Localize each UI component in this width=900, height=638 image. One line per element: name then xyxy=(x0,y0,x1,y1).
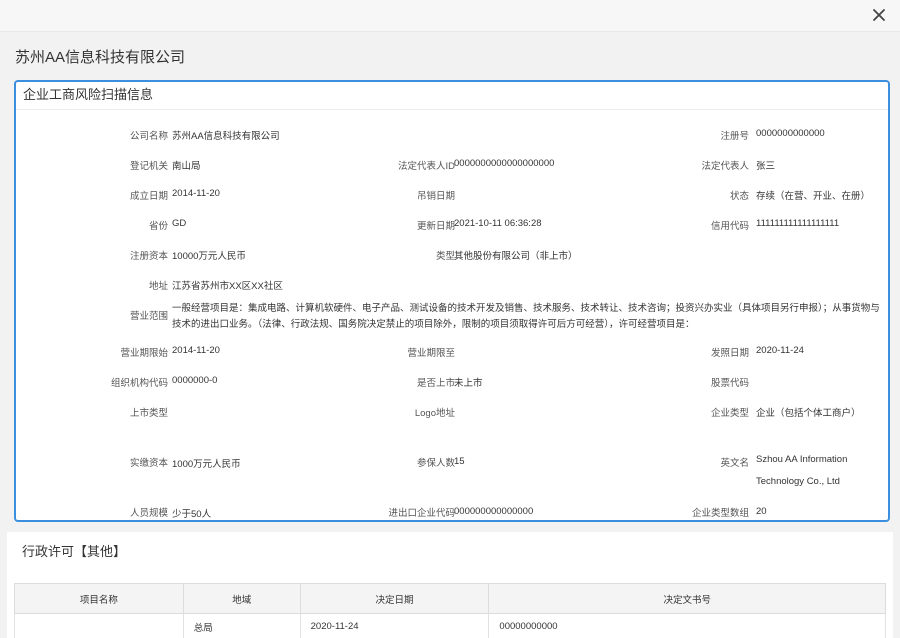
table-cell xyxy=(14,613,184,638)
update-date-value: 2021-10-11 06:36:28 xyxy=(454,218,542,229)
legal-rep-value: 张三 xyxy=(756,161,776,172)
legal-rep-id-value: 0000000000000000000 xyxy=(454,158,555,169)
logo-url-label: Logo地址 xyxy=(414,408,455,419)
close-icon[interactable] xyxy=(868,4,890,26)
column-header: 决定日期 xyxy=(299,583,490,614)
revoke-date-label: 吊销日期 xyxy=(416,191,455,202)
org-code-value: 0000000-0 xyxy=(172,375,218,386)
status-label: 状态 xyxy=(729,191,749,202)
address-value: 江苏省苏州市XX区XX社区 xyxy=(172,281,283,292)
permits-section: 行政许可【其他】 项目名称 地域 决定日期 决定文书号 总局 2020-11-2… xyxy=(7,532,893,638)
paid-capital-label: 实缴资本 xyxy=(129,458,168,469)
issue-date-label: 发照日期 xyxy=(710,348,749,359)
insured-count-label: 参保人数 xyxy=(416,458,455,469)
table-cell: 00000000000 xyxy=(488,613,886,638)
type-value: 其他股份有限公司（非上市） xyxy=(454,251,578,262)
stock-code-label: 股票代码 xyxy=(710,378,749,389)
type-label: 类型 xyxy=(435,251,455,262)
credit-code-value: 111111111111111111 xyxy=(756,218,840,229)
permits-table: 项目名称 地域 决定日期 决定文书号 总局 2020-11-24 0000000… xyxy=(14,583,886,638)
est-date-value: 2014-11-20 xyxy=(172,188,220,199)
dialog-header xyxy=(0,0,900,32)
credit-code-label: 信用代码 xyxy=(710,221,749,232)
est-date-label: 成立日期 xyxy=(129,191,168,202)
import-export-code-label: 进出口企业代码 xyxy=(388,508,455,519)
english-name-label: 英文名 xyxy=(720,458,749,469)
term-end-label: 营业期限至 xyxy=(407,348,455,359)
org-code-label: 组织机构代码 xyxy=(110,378,168,389)
company-name-value: 苏州AA信息科技有限公司 xyxy=(172,131,280,142)
table-cell: 总局 xyxy=(182,613,301,638)
import-export-code-value: 000000000000000 xyxy=(454,506,534,517)
is-listed-value: 未上市 xyxy=(454,378,483,389)
issue-date-value: 2020-11-24 xyxy=(756,345,804,356)
table-header-row: 项目名称 地域 决定日期 决定文书号 xyxy=(14,583,886,614)
enterprise-type-group-value: 20 xyxy=(756,506,767,517)
reg-no-label: 注册号 xyxy=(720,131,749,142)
table-row: 总局 2020-11-24 00000000000 xyxy=(14,613,886,638)
enterprise-type-label: 企业类型 xyxy=(710,408,749,419)
province-label: 省份 xyxy=(148,221,168,232)
column-header: 地域 xyxy=(182,583,301,614)
reg-capital-value: 10000万元人民币 xyxy=(172,251,246,262)
column-header: 决定文书号 xyxy=(488,583,886,614)
term-start-value: 2014-11-20 xyxy=(172,345,220,356)
listing-type-label: 上市类型 xyxy=(129,408,168,419)
reg-authority-label: 登记机关 xyxy=(129,161,168,172)
scope-label: 营业范围 xyxy=(129,311,168,322)
insured-count-value: 15 xyxy=(454,456,465,467)
term-start-label: 营业期限始 xyxy=(120,348,168,359)
english-name-value: Szhou AA Information Technology Co., Ltd xyxy=(756,454,848,487)
scope-value: 一般经营项目是：集成电路、计算机软硬件、电子产品、测试设备的技术开发及销售、技术… xyxy=(172,303,880,330)
staff-size-value: 少于50人 xyxy=(172,509,212,520)
legal-rep-id-label: 法定代表人ID xyxy=(397,161,455,172)
paid-capital-value: 1000万元人民币 xyxy=(172,459,241,470)
column-header: 项目名称 xyxy=(14,583,184,614)
enterprise-type-value: 企业（包括个体工商户） xyxy=(756,408,861,419)
staff-size-label: 人员规模 xyxy=(129,508,168,519)
permits-title: 行政许可【其他】 xyxy=(22,544,127,559)
reg-no-value: 0000000000000 xyxy=(756,128,825,139)
table-cell: 2020-11-24 xyxy=(299,613,490,638)
province-value: GD xyxy=(172,218,187,229)
address-label: 地址 xyxy=(148,281,168,292)
page-title: 苏州AA信息科技有限公司 xyxy=(15,49,186,66)
company-name-label: 公司名称 xyxy=(129,131,168,142)
status-value: 存续（在营、开业、在册） xyxy=(756,191,871,202)
enterprise-type-group-label: 企业类型数组 xyxy=(691,508,749,519)
legal-rep-label: 法定代表人 xyxy=(701,161,749,172)
panel-title: 企业工商风险扫描信息 xyxy=(16,82,888,110)
reg-capital-label: 注册资本 xyxy=(129,251,168,262)
is-listed-label: 是否上市 xyxy=(416,378,455,389)
risk-scan-panel: 企业工商风险扫描信息 公司名称 苏州AA信息科技有限公司 注册号 0000000… xyxy=(14,80,890,522)
update-date-label: 更新日期 xyxy=(416,221,455,232)
reg-authority-value: 南山局 xyxy=(172,161,201,172)
